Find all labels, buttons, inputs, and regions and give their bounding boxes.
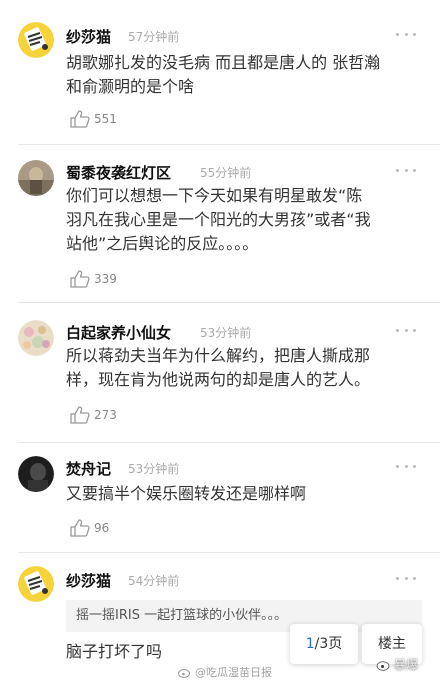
- avatar[interactable]: [18, 456, 54, 492]
- username[interactable]: 纱莎猫: [66, 26, 111, 47]
- corner-watermark: 暴爆: [376, 656, 418, 673]
- like-button[interactable]: 273: [70, 406, 117, 424]
- divider: [18, 144, 440, 145]
- current-page: 1: [305, 636, 315, 652]
- avatar[interactable]: [18, 566, 54, 602]
- weibo-icon: [178, 668, 190, 678]
- comment-text: 胡歌娜扎发的没毛病 而且都是唐人的 张哲瀚 和俞灏明的是个啥: [66, 53, 381, 96]
- avatar[interactable]: [18, 160, 54, 196]
- avatar[interactable]: [18, 22, 54, 58]
- timestamp: 54分钟前: [128, 574, 180, 588]
- thumbs-up-icon: [70, 270, 90, 288]
- more-options-icon[interactable]: [396, 166, 416, 174]
- more-options-icon[interactable]: [396, 574, 416, 582]
- timestamp: 53分钟前: [200, 326, 252, 340]
- thumbs-up-icon: [70, 406, 90, 424]
- like-button[interactable]: 96: [70, 519, 109, 537]
- like-count: 551: [94, 112, 117, 126]
- comment-text: 所以蒋劲夫当年为什么解约，把唐人撕成那 样，现在肯为他说两句的却是唐人的艺人。: [66, 346, 371, 389]
- username[interactable]: 纱莎猫: [66, 570, 111, 591]
- more-options-icon[interactable]: [396, 326, 416, 334]
- page-indicator[interactable]: 1/3页: [290, 624, 358, 664]
- timestamp: 55分钟前: [200, 166, 252, 180]
- like-button[interactable]: 551: [70, 110, 117, 128]
- divider: [18, 552, 440, 553]
- more-options-icon[interactable]: [396, 30, 416, 38]
- comment-text: 又要搞半个娱乐圈转发还是哪样啊: [66, 484, 307, 503]
- thumbs-up-icon: [70, 110, 90, 128]
- divider: [18, 442, 440, 443]
- more-options-icon[interactable]: [396, 462, 416, 470]
- comment-text: 你们可以想想一下今天如果有明星敢发“陈 羽凡在我心里是一个阳光的大男孩”或者“我…: [66, 186, 371, 253]
- username[interactable]: 白起家养小仙女: [66, 322, 171, 343]
- timestamp: 57分钟前: [128, 30, 180, 44]
- like-button[interactable]: 339: [70, 270, 117, 288]
- username[interactable]: 蜀黍夜袭红灯区: [66, 162, 171, 183]
- avatar[interactable]: [18, 320, 54, 356]
- page-total: /3页: [314, 636, 343, 652]
- thumbs-up-icon: [70, 519, 90, 537]
- divider: [18, 302, 440, 303]
- like-count: 96: [94, 521, 110, 535]
- weibo-icon: [376, 660, 390, 671]
- like-count: 273: [94, 408, 117, 422]
- username[interactable]: 焚舟记: [66, 458, 111, 479]
- watermark: @吃瓜湿苗日报: [178, 664, 272, 680]
- timestamp: 53分钟前: [128, 462, 180, 476]
- like-count: 339: [94, 272, 117, 286]
